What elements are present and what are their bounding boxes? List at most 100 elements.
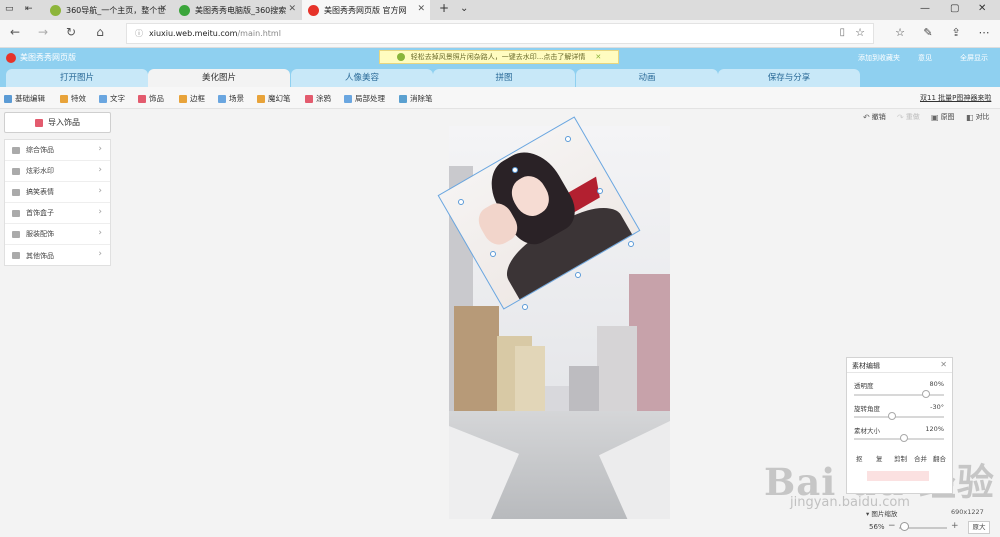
import-icon: [35, 118, 43, 127]
more-icon[interactable]: ⋯: [977, 26, 991, 39]
zoom-in-icon[interactable]: +: [951, 521, 959, 531]
resize-handle[interactable]: [628, 241, 634, 247]
feedback-link[interactable]: 意见: [918, 53, 932, 63]
browser-tab-meitu[interactable]: 美图秀秀网页版 官方网 ✕: [302, 0, 430, 20]
category-icon: [12, 209, 20, 217]
editor-action-button[interactable]: 合并: [914, 453, 927, 463]
rotation-slider[interactable]: [854, 416, 944, 418]
undo-button[interactable]: ↶ 撤销: [863, 112, 886, 122]
opacity-slider-knob[interactable]: [922, 390, 930, 398]
tool-item[interactable]: 消除笔: [399, 93, 433, 104]
rotation-value: -30°: [930, 403, 944, 411]
compare-button[interactable]: ◧ 对比: [966, 112, 990, 122]
tool-item[interactable]: 局部处理: [344, 93, 385, 104]
category-item[interactable]: 其他饰品 ›: [5, 245, 110, 266]
category-item[interactable]: 炫彩水印 ›: [5, 161, 110, 182]
fullscreen-link[interactable]: 全屏显示: [960, 53, 988, 63]
opacity-slider[interactable]: [854, 394, 944, 396]
tool-item[interactable]: 魔幻笔: [257, 93, 291, 104]
tab-portrait[interactable]: 人像美容: [291, 69, 433, 87]
size-slider-knob[interactable]: [899, 434, 908, 442]
close-icon[interactable]: ✕: [940, 360, 947, 369]
chevron-down-icon[interactable]: ⌄: [460, 3, 468, 14]
zoom-slider-knob[interactable]: [900, 522, 909, 531]
close-tab-icon[interactable]: ✕: [288, 4, 296, 14]
tab-save-share[interactable]: 保存与分享: [718, 69, 860, 87]
tool-item[interactable]: 文字: [99, 93, 125, 104]
redo-icon: ↷: [897, 112, 904, 122]
favorites-icon[interactable]: ☆: [893, 26, 907, 39]
category-icon: [12, 230, 20, 238]
close-tab-icon[interactable]: ✕: [159, 4, 167, 14]
redo-button[interactable]: ↷ 重做: [897, 112, 920, 122]
category-label: 综合饰品: [26, 146, 54, 154]
app-logo[interactable]: 美图秀秀网页版: [6, 52, 76, 63]
browser-tab-360[interactable]: 360导航_一个主页，整个世 ✕: [44, 0, 172, 20]
tool-item[interactable]: 饰品: [138, 93, 164, 104]
editor-action-button[interactable]: 复: [876, 453, 883, 463]
tool-item[interactable]: 基础编辑: [4, 93, 45, 104]
category-icon: [12, 188, 20, 196]
refresh-icon[interactable]: ↻: [62, 25, 80, 39]
resize-handle[interactable]: [575, 272, 581, 278]
url-field[interactable]: ⓘ xiuxiu.web.meitu.com /main.html ▯ ☆: [126, 23, 874, 44]
opacity-value: 80%: [929, 380, 944, 388]
chevron-right-icon: ›: [98, 249, 102, 259]
close-tab-icon[interactable]: ✕: [417, 4, 425, 14]
close-window-icon[interactable]: ✕: [978, 3, 986, 14]
maximize-icon[interactable]: ▢: [950, 3, 959, 14]
tab-collage[interactable]: 拼图: [433, 69, 575, 87]
tab-animation[interactable]: 动画: [576, 69, 718, 87]
material-editor-title: 素材编辑: [852, 362, 880, 370]
tool-label: 场景: [229, 94, 244, 103]
original-size-button[interactable]: 原大: [968, 521, 990, 534]
import-accessory-button[interactable]: 导入饰品: [4, 112, 111, 133]
category-item[interactable]: 首饰盒子 ›: [5, 203, 110, 224]
resize-handle[interactable]: [597, 188, 603, 194]
batch-edit-link[interactable]: 双11 批量P图神器来啦: [920, 93, 991, 103]
close-icon[interactable]: ✕: [595, 53, 601, 61]
category-item[interactable]: 搞笑表情 ›: [5, 182, 110, 203]
resize-handle[interactable]: [458, 199, 464, 205]
promo-banner[interactable]: 轻松去掉风景照片闲杂路人，一键去水印...点击了解详情 ✕: [379, 50, 619, 64]
browser-tab-search[interactable]: 美图秀秀电脑版_360搜索 ✕: [173, 0, 301, 20]
size-slider[interactable]: [854, 438, 944, 440]
editor-action-button[interactable]: 剪制: [894, 453, 907, 463]
size-value: 120%: [925, 425, 944, 433]
pen-icon[interactable]: ✎: [921, 26, 935, 39]
zoom-out-icon[interactable]: −: [888, 521, 896, 531]
editor-action-button[interactable]: 抠: [856, 453, 863, 463]
original-button[interactable]: ▣ 原图: [931, 112, 955, 122]
tab-open-image[interactable]: 打开图片: [6, 69, 148, 87]
info-icon: [396, 53, 405, 61]
tab-actions-icon[interactable]: ▭: [5, 4, 14, 14]
logo-text: 美图秀秀网页版: [20, 53, 76, 62]
category-item[interactable]: 服装配饰 ›: [5, 224, 110, 245]
rotation-slider-knob[interactable]: [887, 412, 896, 420]
resize-handle[interactable]: [490, 251, 496, 257]
reading-view-icon[interactable]: ▯: [839, 27, 845, 38]
tool-item[interactable]: 边框: [179, 93, 205, 104]
tab-aside-icon[interactable]: ⇤: [25, 4, 33, 14]
category-item[interactable]: 综合饰品 ›: [5, 140, 110, 161]
back-icon[interactable]: ←: [6, 25, 24, 39]
tool-item[interactable]: 场景: [218, 93, 244, 104]
zoom-header[interactable]: ▾ 图片缩放: [866, 508, 897, 518]
new-tab-icon[interactable]: +: [439, 1, 449, 15]
favorite-star-icon[interactable]: ☆: [855, 26, 865, 39]
home-icon[interactable]: ⌂: [91, 25, 109, 39]
forward-icon[interactable]: →: [34, 25, 52, 39]
editor-action-button[interactable]: 翻合: [933, 453, 946, 463]
tool-icon: [179, 94, 187, 103]
share-icon[interactable]: ⇪: [949, 26, 963, 39]
resize-handle[interactable]: [565, 136, 571, 142]
resize-handle[interactable]: [512, 167, 518, 173]
add-favorite-link[interactable]: 添加到收藏夹: [858, 53, 900, 63]
minimize-icon[interactable]: —: [920, 3, 930, 14]
tool-item[interactable]: 涂鸦: [305, 93, 331, 104]
resize-handle[interactable]: [522, 304, 528, 310]
chevron-right-icon: ›: [98, 165, 102, 175]
tool-item[interactable]: 特效: [60, 93, 86, 104]
photo-building: [597, 326, 637, 421]
tab-beautify[interactable]: 美化图片: [148, 69, 290, 87]
